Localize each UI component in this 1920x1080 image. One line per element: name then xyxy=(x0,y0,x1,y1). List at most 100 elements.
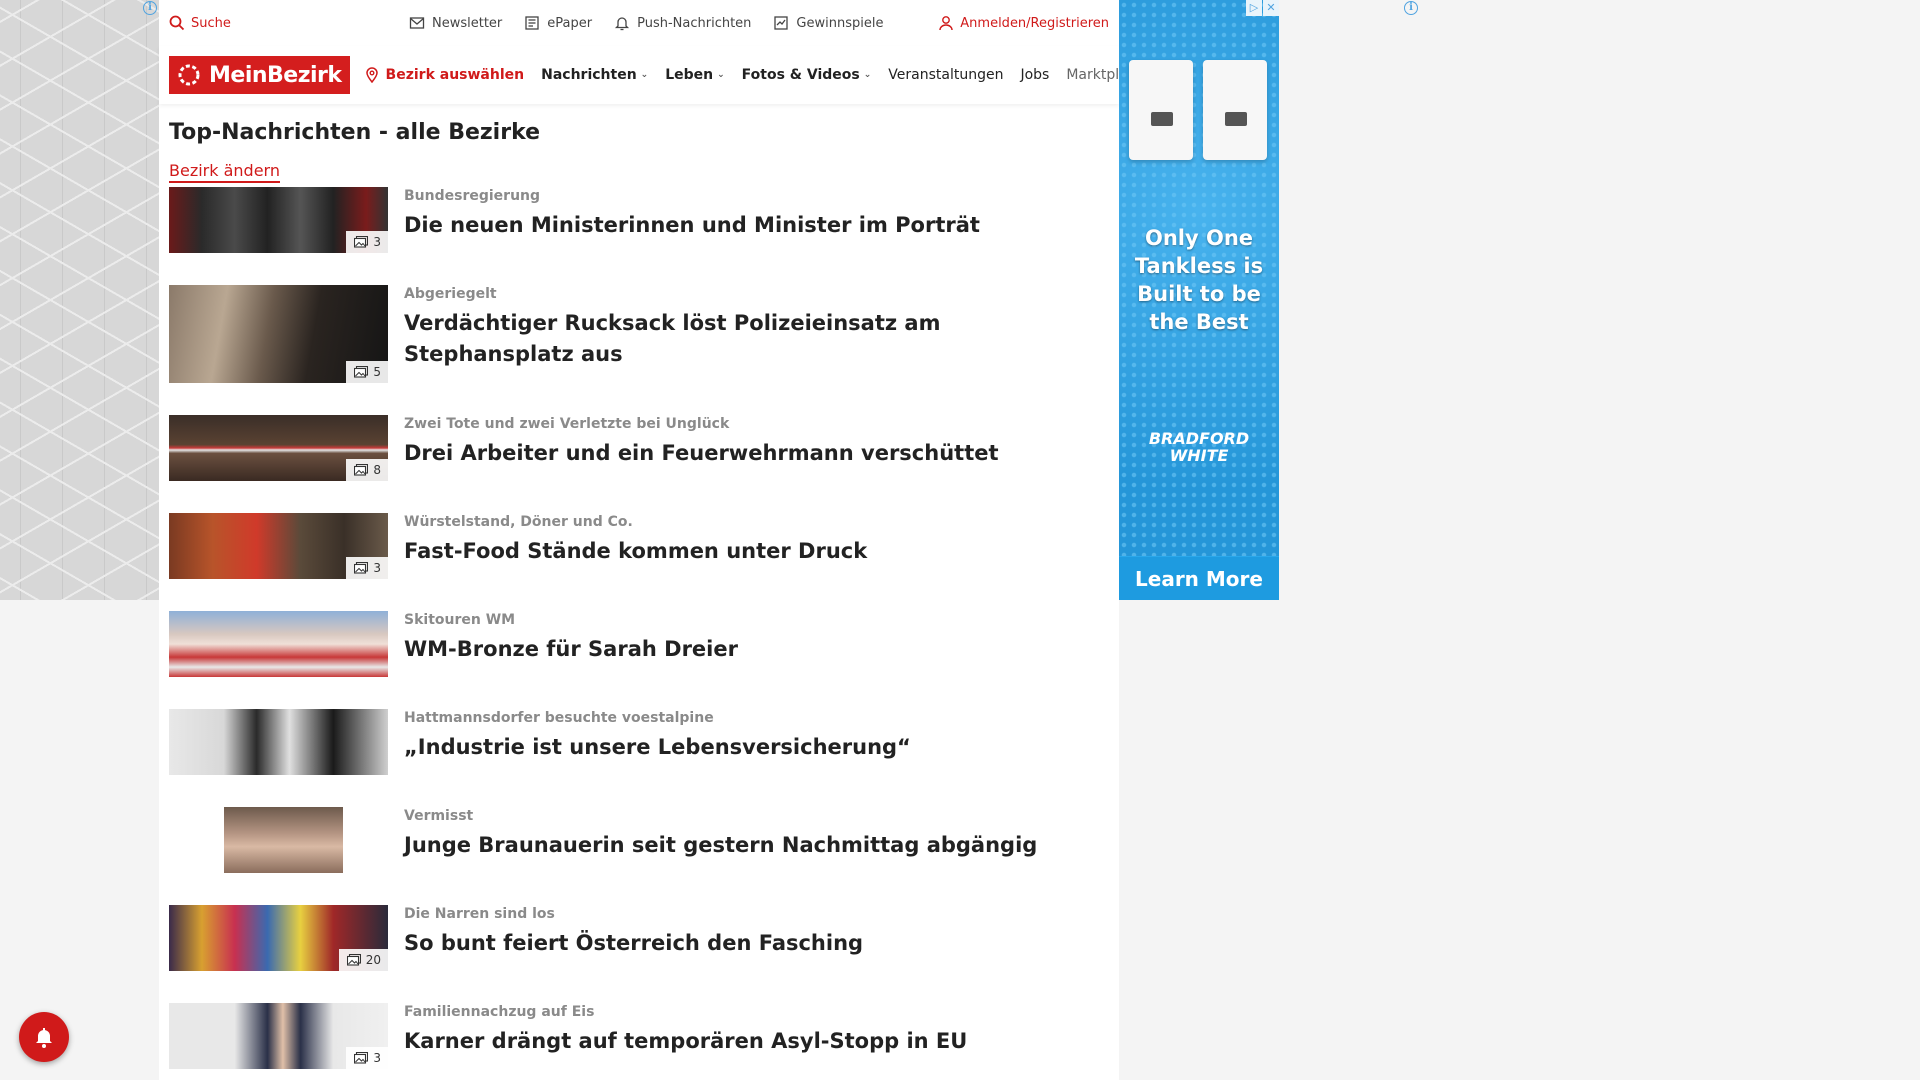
article-kicker: Die Narren sind los xyxy=(404,906,555,922)
article-thumbnail[interactable]: 3 xyxy=(169,187,388,253)
article-thumbnail[interactable]: 3 xyxy=(169,513,388,579)
article-item[interactable]: 3 Familiennachzug auf Eis Karner drängt … xyxy=(169,1003,1109,1069)
article-kicker: Familiennachzug auf Eis xyxy=(404,1004,595,1020)
nav-label: Nachrichten xyxy=(541,67,637,83)
article-kicker: Würstelstand, Döner und Co. xyxy=(404,514,633,530)
article-title[interactable]: Verdächtiger Rucksack löst Polizeieinsat… xyxy=(404,308,1109,370)
user-icon xyxy=(939,16,953,31)
nav-item-veranstaltungen[interactable]: Veranstaltungen xyxy=(888,67,1003,83)
article-thumbnail[interactable]: 3 xyxy=(169,1003,388,1069)
push-notifications-link[interactable]: Push-Nachrichten xyxy=(614,15,751,31)
bell-icon xyxy=(36,1028,52,1048)
ad-brand-line: WHITE xyxy=(1169,446,1229,465)
photo-count-badge: 3 xyxy=(346,231,388,253)
epaper-link[interactable]: ePaper xyxy=(524,15,592,31)
location-pin-icon xyxy=(365,67,378,83)
chevron-down-icon: ⌄ xyxy=(717,70,725,80)
photo-count: 3 xyxy=(373,235,381,249)
login-link[interactable]: Anmelden/Registrieren xyxy=(938,15,1109,31)
article-item[interactable]: 5 Abgeriegelt Verdächtiger Rucksack löst… xyxy=(169,285,1109,383)
article-item[interactable]: Vermisst Junge Braunauerin seit gestern … xyxy=(169,807,1109,873)
newsletter-link[interactable]: Newsletter xyxy=(409,15,502,31)
photo-count-badge: 5 xyxy=(346,361,388,383)
article-list: 3 Bundesregierung Die neuen Ministerinne… xyxy=(169,187,1109,1069)
ad-close-icon[interactable]: ✕ xyxy=(1263,0,1279,16)
bell-outline-icon xyxy=(615,17,630,31)
photo-count: 8 xyxy=(373,463,381,477)
article-title[interactable]: Fast-Food Stände kommen unter Druck xyxy=(404,536,867,567)
article-item[interactable]: 3 Bundesregierung Die neuen Ministerinne… xyxy=(169,187,1109,253)
portrait-photo xyxy=(224,807,343,873)
nav-item-nachrichten[interactable]: Nachrichten ⌄ xyxy=(541,67,648,83)
photo-count-badge: 3 xyxy=(346,557,388,579)
advertisement-banner[interactable]: Only One Tankless is Built to be the Bes… xyxy=(1119,0,1279,600)
change-district-link[interactable]: Bezirk ändern xyxy=(169,161,280,183)
main-content: Top-Nachrichten - alle Bezirke Bezirk än… xyxy=(159,120,1119,1069)
ad-controls: ▷ ✕ xyxy=(1246,0,1279,16)
nav-label: Leben xyxy=(665,67,714,83)
notification-bell-button[interactable] xyxy=(19,1012,69,1062)
background-pattern xyxy=(0,0,159,600)
epaper-label: ePaper xyxy=(547,15,593,31)
article-item[interactable]: 20 Die Narren sind los So bunt feiert Ös… xyxy=(169,905,1109,971)
nav-item-leben[interactable]: Leben ⌄ xyxy=(665,67,724,83)
ad-choices-icon[interactable]: ▷ xyxy=(1246,0,1262,16)
ad-info-icon-right[interactable]: i xyxy=(1404,1,1418,15)
contests-link[interactable]: Gewinnspiele xyxy=(773,15,883,31)
login-label: Anmelden/Registrieren xyxy=(960,15,1109,31)
photo-count: 3 xyxy=(373,1051,381,1065)
article-kicker: Bundesregierung xyxy=(404,188,541,204)
photo-count: 5 xyxy=(373,365,381,379)
article-thumbnail[interactable] xyxy=(169,709,388,775)
article-title[interactable]: So bunt feiert Österreich den Fasching xyxy=(404,928,863,959)
gallery-icon xyxy=(354,464,369,476)
ad-info-icon[interactable]: i xyxy=(143,1,157,15)
nav-label: Jobs xyxy=(1020,67,1050,83)
photo-count-badge: 20 xyxy=(338,949,388,971)
article-title[interactable]: „Industrie ist unsere Lebensversicherung… xyxy=(404,732,911,763)
envelope-icon xyxy=(409,17,425,29)
search-label: Suche xyxy=(191,15,231,31)
article-thumbnail[interactable] xyxy=(169,807,388,873)
gallery-icon xyxy=(354,236,369,248)
search-link[interactable]: Suche xyxy=(169,15,409,31)
article-title[interactable]: Junge Braunauerin seit gestern Nachmitta… xyxy=(404,830,1037,861)
article-title[interactable]: Die neuen Ministerinnen und Minister im … xyxy=(404,210,980,241)
gallery-icon xyxy=(354,366,369,378)
photo-count-badge: 8 xyxy=(346,459,388,481)
nav-item-fotos-videos[interactable]: Fotos & Videos ⌄ xyxy=(742,67,872,83)
logo-mark-icon xyxy=(178,64,200,86)
ad-product-image xyxy=(1203,60,1267,160)
article-title[interactable]: Karner drängt auf temporären Asyl-Stopp … xyxy=(404,1026,967,1057)
article-kicker: Vermisst xyxy=(404,808,474,824)
chevron-down-icon: ⌄ xyxy=(863,70,872,80)
logo-text: MeinBezirk xyxy=(209,62,342,88)
article-thumbnail[interactable]: 20 xyxy=(169,905,388,971)
article-thumbnail[interactable]: 8 xyxy=(169,415,388,481)
article-item[interactable]: Hattmannsdorfer besuchte voestalpine „In… xyxy=(169,709,1109,775)
nav-item-marktplatz[interactable]: Marktplatz xyxy=(1066,67,1119,83)
article-thumbnail[interactable] xyxy=(169,611,388,677)
select-district-button[interactable]: Bezirk auswählen xyxy=(364,67,525,83)
push-label: Push-Nachrichten xyxy=(637,15,752,31)
page-title: Top-Nachrichten - alle Bezirke xyxy=(169,120,541,145)
site-logo[interactable]: MeinBezirk xyxy=(169,56,350,94)
contests-label: Gewinnspiele xyxy=(796,15,884,31)
nav-item-jobs[interactable]: Jobs xyxy=(1020,67,1049,83)
article-title[interactable]: WM-Bronze für Sarah Dreier xyxy=(404,634,738,665)
select-district-label: Bezirk auswählen xyxy=(385,67,525,83)
article-item[interactable]: 8 Zwei Tote und zwei Verletzte bei Unglü… xyxy=(169,415,1109,481)
ad-brand-logo: BRADFORD WHITE xyxy=(1119,430,1279,464)
ad-headline: Only One Tankless is Built to be the Bes… xyxy=(1134,226,1264,334)
article-title[interactable]: Drei Arbeiter und ein Feuerwehrmann vers… xyxy=(404,438,999,469)
article-item[interactable]: 3 Würstelstand, Döner und Co. Fast-Food … xyxy=(169,513,1109,579)
gallery-icon xyxy=(346,954,361,966)
article-kicker: Abgeriegelt xyxy=(404,286,497,302)
utility-bar: Suche Newsletter ePaper Push-Nachrichten… xyxy=(159,0,1119,46)
article-item[interactable]: Skitouren WM WM-Bronze für Sarah Dreier xyxy=(169,611,1109,677)
photo-count: 20 xyxy=(365,953,381,967)
newsletter-label: Newsletter xyxy=(432,15,503,31)
photo-count: 3 xyxy=(373,561,381,575)
ad-learn-more-button[interactable]: Learn More xyxy=(1119,556,1279,600)
article-thumbnail[interactable]: 5 xyxy=(169,285,388,383)
